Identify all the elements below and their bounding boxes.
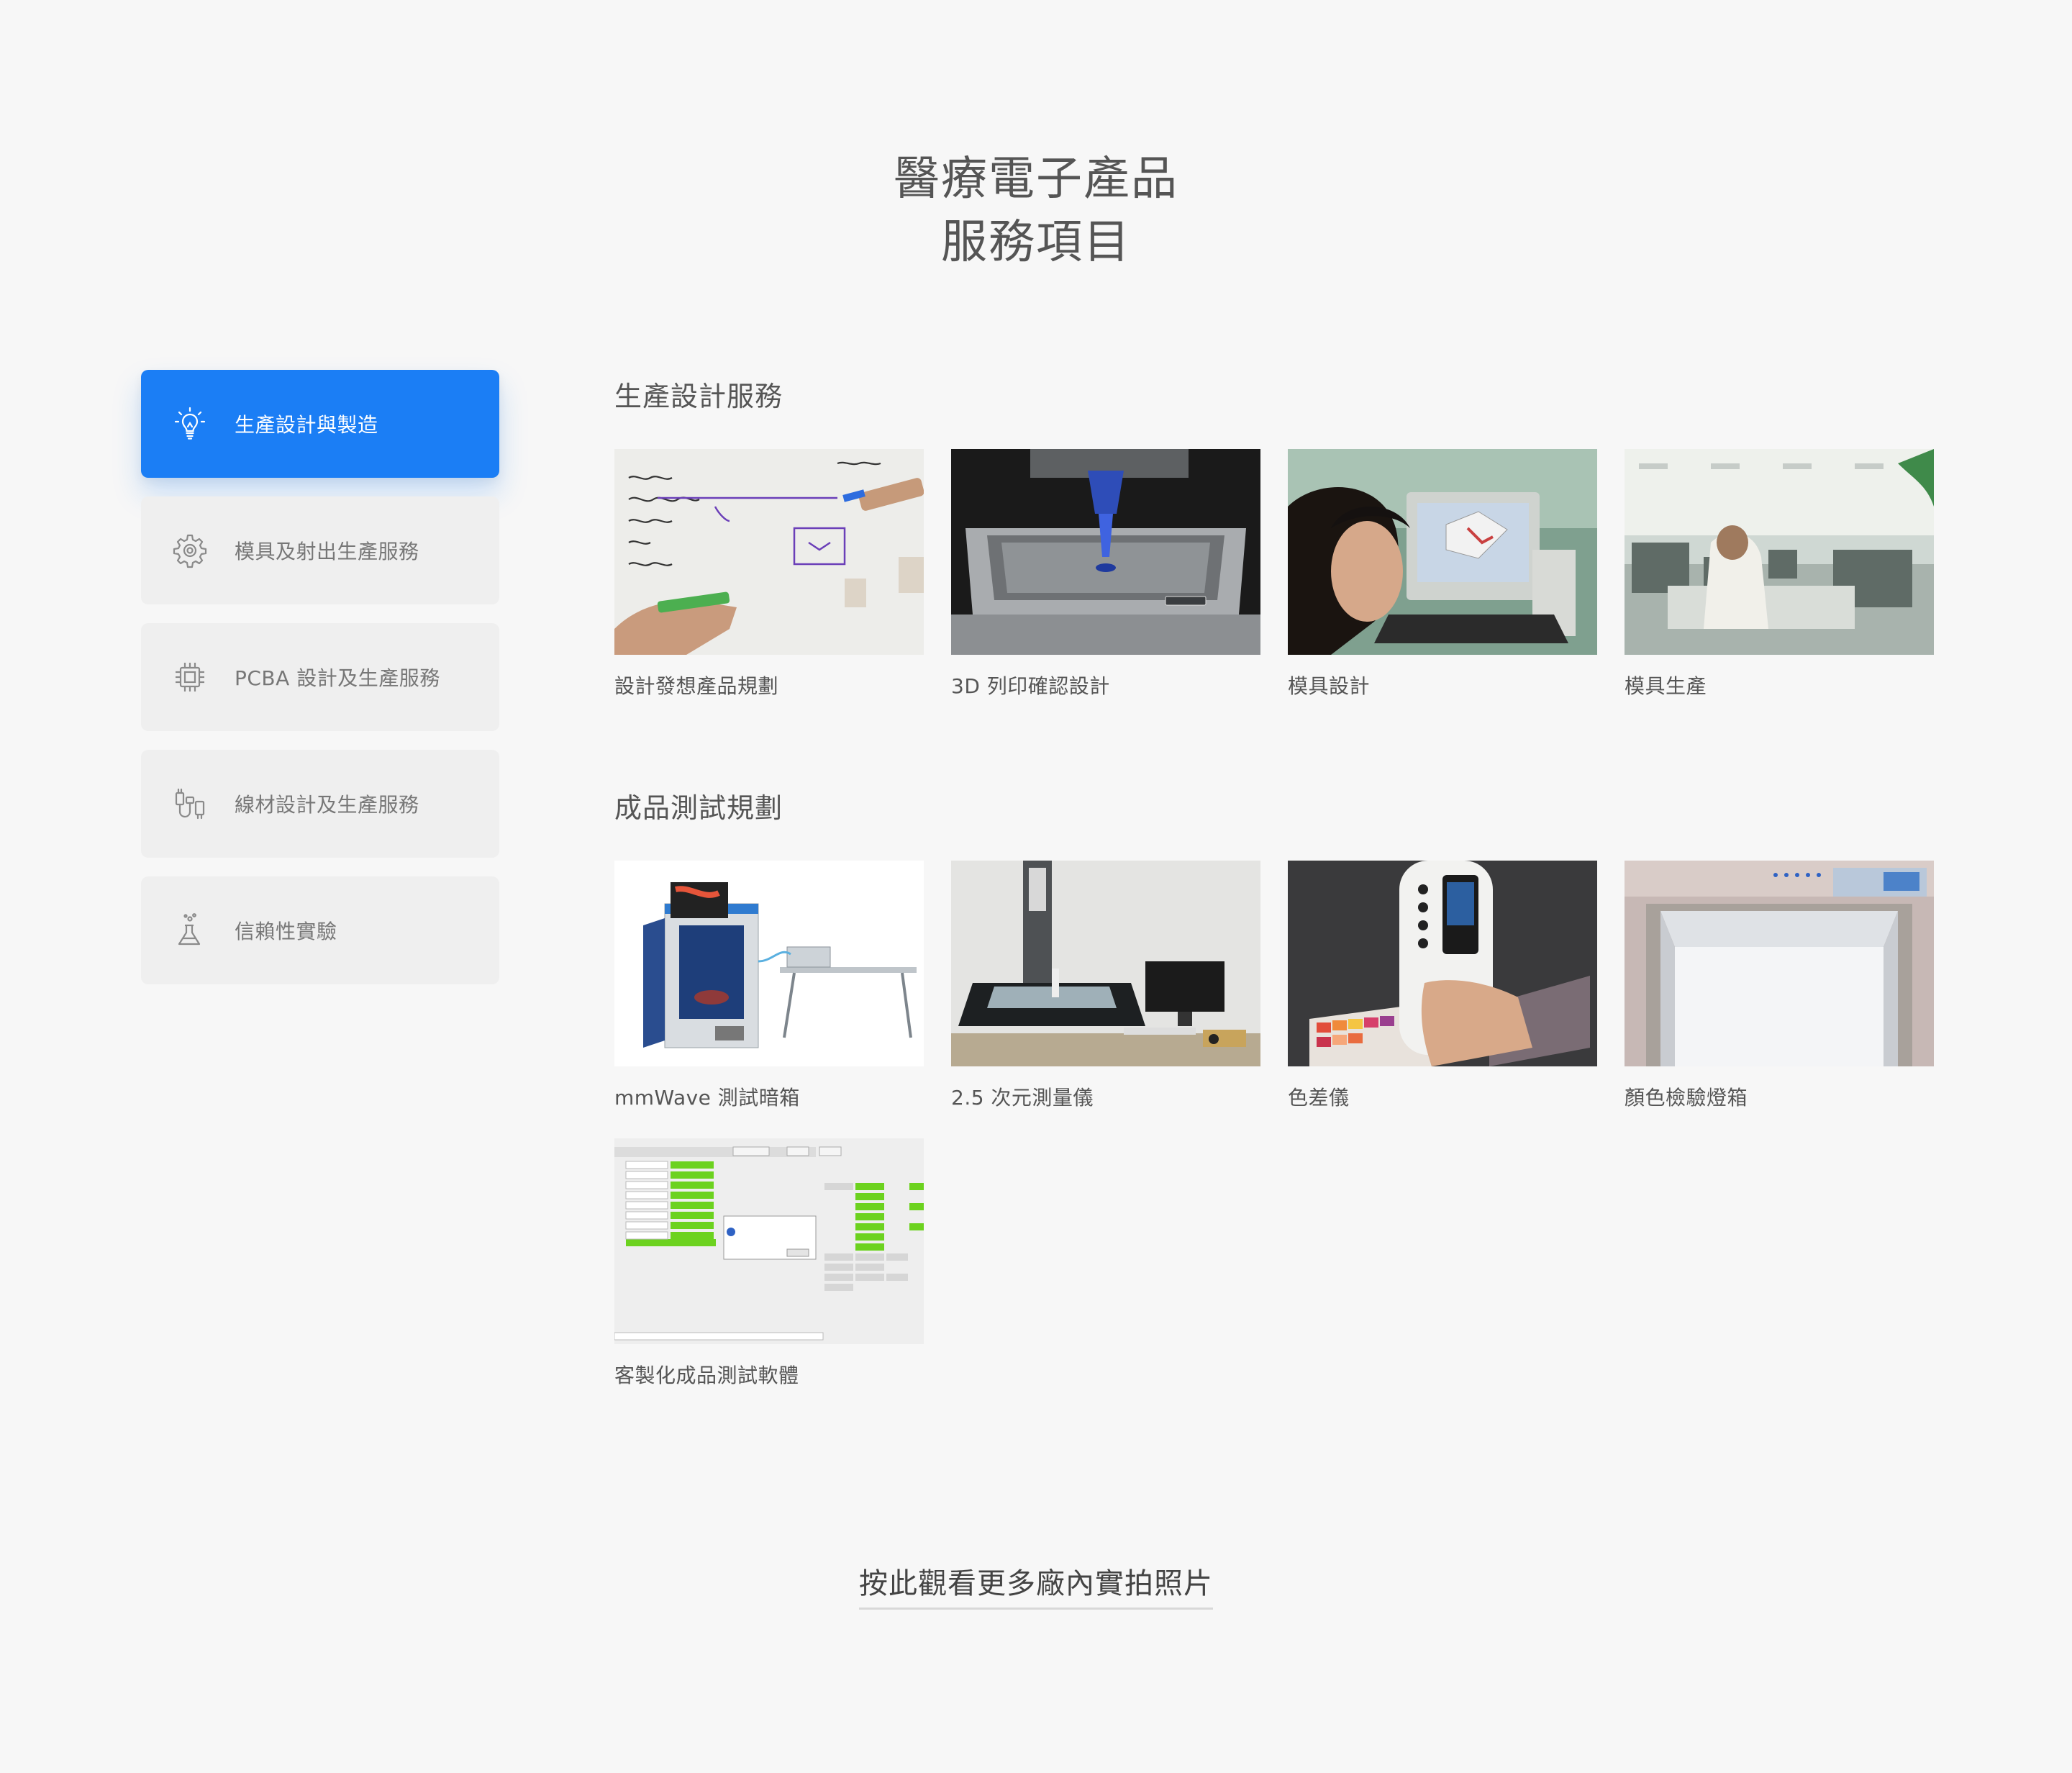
card-mold-design[interactable]: 模具設計 <box>1288 449 1597 699</box>
card-caption: 模具設計 <box>1288 674 1371 698</box>
factory-floor-photo <box>1625 449 1934 655</box>
card-color-lightbox[interactable]: 顏色檢驗燈箱 <box>1625 861 1934 1111</box>
card-test-software[interactable]: 客製化成品測試軟體 <box>614 1138 924 1389</box>
page: 醫療電子產品 服務項目 生產設計與製造 模具及射出生產服務 PCBA 設計及生產… <box>0 0 2072 1773</box>
card-caption: 色差儀 <box>1288 1086 1350 1110</box>
more-photos-link[interactable]: 按此觀看更多廠內實拍照片 <box>859 1560 1213 1610</box>
sidebar-item-pcba[interactable]: PCBA 設計及生產服務 <box>141 623 499 731</box>
card-mmwave-chamber[interactable]: mmWave 測試暗箱 <box>614 861 924 1111</box>
card-caption: 模具生產 <box>1625 674 1707 698</box>
card-3d-print[interactable]: 3D 列印確認設計 <box>951 449 1260 699</box>
flask-icon <box>170 910 210 951</box>
page-title-line-2: 服務項目 <box>941 216 1131 269</box>
card-caption: mmWave 測試暗箱 <box>614 1086 800 1110</box>
section-title-production-design: 生產設計服務 <box>614 381 783 412</box>
sidebar-item-label: 生產設計與製造 <box>235 413 378 437</box>
sidebar-item-cable[interactable]: 線材設計及生產服務 <box>141 750 499 858</box>
card-caption: 3D 列印確認設計 <box>951 674 1110 698</box>
card-design-planning[interactable]: 設計發想產品規劃 <box>614 449 924 699</box>
mmwave-chamber-photo <box>614 861 924 1066</box>
colorimeter-photo <box>1288 861 1597 1066</box>
test-software-screenshot <box>614 1138 924 1344</box>
sidebar-item-production-design[interactable]: 生產設計與製造 <box>141 370 499 478</box>
mold-design-photo <box>1288 449 1597 655</box>
cable-icon <box>170 784 210 824</box>
3d-printer-photo <box>951 449 1260 655</box>
color-lightbox-photo <box>1625 861 1934 1066</box>
card-colorimeter[interactable]: 色差儀 <box>1288 861 1597 1111</box>
page-title: 醫療電子產品 服務項目 <box>0 148 2072 274</box>
more-photos-section: 按此觀看更多廠內實拍照片 <box>0 1560 2072 1610</box>
sidebar-item-label: 信賴性實驗 <box>235 920 337 943</box>
sidebar-item-label: PCBA 設計及生產服務 <box>235 666 440 690</box>
sidebar-item-reliability[interactable]: 信賴性實驗 <box>141 876 499 984</box>
sidebar-item-label: 線材設計及生產服務 <box>235 793 419 817</box>
whiteboard-photo <box>614 449 924 655</box>
chip-icon <box>170 657 210 697</box>
section-title-product-testing: 成品測試規劃 <box>614 792 783 824</box>
card-vms[interactable]: 2.5 次元測量儀 <box>951 861 1260 1111</box>
card-caption: 2.5 次元測量儀 <box>951 1086 1094 1110</box>
sidebar-item-label: 模具及射出生產服務 <box>235 540 419 563</box>
page-title-line-1: 醫療電子產品 <box>894 153 1178 206</box>
card-mold-production[interactable]: 模具生產 <box>1625 449 1934 699</box>
gear-icon <box>170 530 210 571</box>
service-sidebar: 生產設計與製造 模具及射出生產服務 PCBA 設計及生產服務 線材設計及生產服務… <box>141 370 499 1003</box>
sidebar-item-mold-injection[interactable]: 模具及射出生產服務 <box>141 496 499 604</box>
card-caption: 顏色檢驗燈箱 <box>1625 1086 1748 1110</box>
card-caption: 設計發想產品規劃 <box>614 674 779 698</box>
vms-photo <box>951 861 1260 1066</box>
card-caption: 客製化成品測試軟體 <box>614 1364 799 1387</box>
lightbulb-icon <box>170 404 210 444</box>
